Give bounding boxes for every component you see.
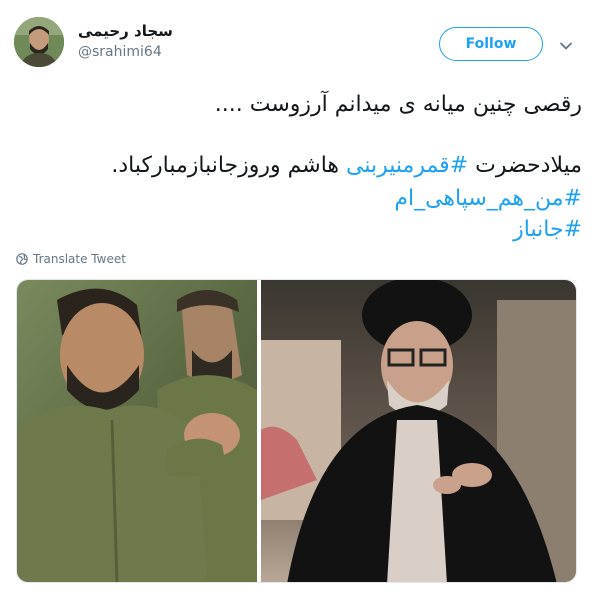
tweet-text-line-2: میلادحضرت #قمرمنیربنی هاشم وروزجانبازمبا… [14,151,582,181]
hashtag-link[interactable]: #جانباز [513,217,582,242]
tweet-text-line-1: رقصی چنین میانه ی میدانم آرزوست .... [214,92,582,117]
author-name[interactable]: سجاد رحیمی [78,22,173,40]
avatar[interactable] [14,17,64,67]
tweet-text-part: هاشم وروزجانبازمبارکباد. [111,153,340,178]
tweet-photo[interactable] [16,279,577,583]
tweet-text-part: میلادحضرت [475,153,582,178]
tweet: سجاد رحیمی @srahimi64 Follow رقصی چنین م… [0,0,598,591]
hashtag-link[interactable]: #قمرمنیربنی [346,153,468,178]
author-handle[interactable]: @srahimi64 [78,44,162,60]
tweet-text-line-3: #من_هم_سپاهی_ام [14,184,582,214]
globe-icon [16,253,28,265]
hashtag-link[interactable]: #من_هم_سپاهی_ام [394,186,582,211]
translate-label: Translate Tweet [33,252,126,266]
translate-tweet-link[interactable]: Translate Tweet [16,252,126,266]
follow-button[interactable]: Follow [439,27,543,61]
chevron-down-icon[interactable] [559,38,573,52]
tweet-text-line-4: #جانباز [14,215,582,245]
